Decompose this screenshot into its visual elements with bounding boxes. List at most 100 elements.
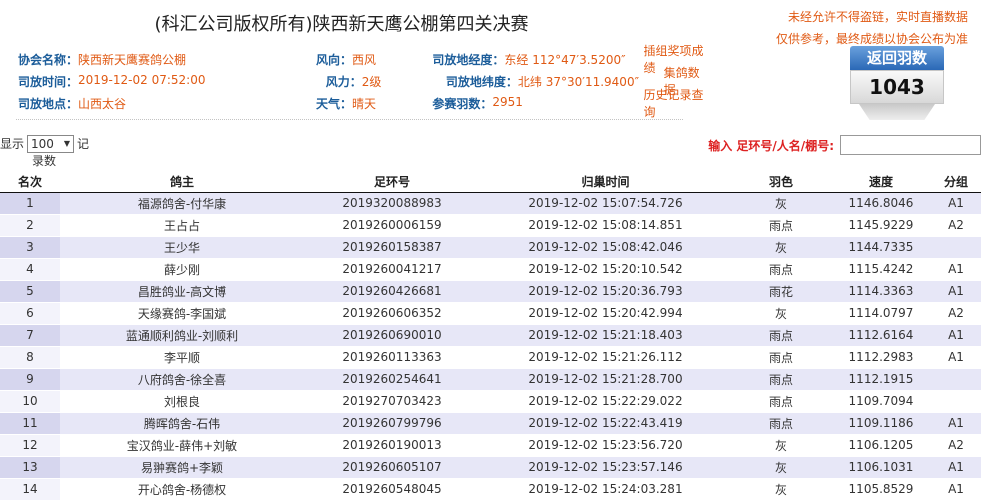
disclaimer-notice: 未经允许不得盗链，实时直播数据 仅供参考，最终成绩以协会公布为准 (748, 6, 968, 50)
returned-count-box[interactable]: 返回羽数 1043 (850, 46, 944, 120)
release-location: 司放地点： 山西太谷 (18, 96, 127, 111)
cell-owner: 易翀赛鸽+李颖 (60, 456, 304, 479)
cell-group: A2 (931, 434, 981, 457)
search-label: 输入 足环号/人名/棚号: (708, 138, 834, 153)
cell-rank: 6 (0, 302, 60, 325)
cell-owner: 昌胜鸽业-高文博 (60, 280, 304, 303)
chevron-down-icon: ▼ (63, 139, 71, 148)
cell-group: A1 (931, 346, 981, 369)
table-row: 7 蓝通顺利鸽业-刘顺利 2019260690010 2019-12-02 15:21… (0, 324, 981, 347)
column-header-plumage[interactable]: 羽色 (731, 172, 831, 193)
column-header-speed[interactable]: 速度 (831, 172, 931, 193)
cell-arrival-time: 2019-12-02 15:22:29.022 (480, 390, 731, 413)
cell-plumage: 灰 (731, 236, 831, 259)
cell-speed: 1106.1031 (831, 456, 931, 479)
cell-ring-number: 2019260426681 (304, 280, 480, 303)
cell-arrival-time: 2019-12-02 15:21:26.112 (480, 346, 731, 369)
cell-group: A2 (931, 302, 981, 325)
cell-arrival-time: 2019-12-02 15:20:42.994 (480, 302, 731, 325)
cell-ring-number: 2019260799796 (304, 412, 480, 435)
column-header-group[interactable]: 分组 (931, 172, 981, 193)
cell-arrival-time: 2019-12-02 15:21:18.403 (480, 324, 731, 347)
cell-rank: 1 (0, 192, 60, 215)
cell-plumage: 雨点 (731, 258, 831, 281)
cell-ring-number: 2019260041217 (304, 258, 480, 281)
cell-plumage: 雨花 (731, 280, 831, 303)
cell-group (931, 368, 981, 391)
info-row: 司放地点： 山西太谷 天气： 晴天 参赛羽数： 2951 历史记录查询 (18, 88, 708, 119)
wind-direction: 风向： 西风 (316, 52, 377, 67)
returned-count-label: 返回羽数 (850, 46, 944, 70)
release-time: 司放时间： 2019-12-02 07:52:00 (18, 72, 206, 89)
page-title: (科汇公司版权所有)陕西新天鹰公棚第四关决赛 (154, 14, 529, 35)
wind-force: 风力： 2级 (325, 74, 382, 89)
cell-speed: 1146.8046 (831, 192, 931, 215)
cell-owner: 腾晖鸽舍-石伟 (60, 412, 304, 435)
show-suffix: 记 (77, 137, 90, 151)
table-row: 11 腾晖鸽舍-石伟 2019260799796 2019-12-02 15:22:4… (0, 412, 981, 435)
cell-plumage: 雨点 (731, 324, 831, 347)
page-length-control: 显示 100 ▼ 记 录数 (0, 135, 89, 169)
cell-group: A1 (931, 456, 981, 479)
table-row: 6 天缘赛鸽-李国斌 2019260606352 2019-12-02 15:20:4… (0, 302, 981, 325)
cell-speed: 1114.3363 (831, 280, 931, 303)
cell-rank: 9 (0, 368, 60, 391)
cell-owner: 王少华 (60, 236, 304, 259)
cell-plumage: 雨点 (731, 214, 831, 237)
cell-plumage: 灰 (731, 302, 831, 325)
entry-count: 参赛羽数： 2951 (432, 94, 523, 111)
cell-ring-number: 2019270703423 (304, 390, 480, 413)
cell-speed: 1105.8529 (831, 478, 931, 500)
cell-owner: 宝汉鸽业-薛伟+刘敏 (60, 434, 304, 457)
column-header-arrival-time[interactable]: 归巢时间 (480, 172, 731, 193)
cell-ring-number: 2019260006159 (304, 214, 480, 237)
cell-speed: 1145.9229 (831, 214, 931, 237)
search-box: 输入 足环号/人名/棚号: (708, 135, 981, 155)
cell-plumage: 灰 (731, 478, 831, 500)
page-length-select[interactable]: 100 ▼ (27, 135, 75, 153)
table-row: 9 八府鸽舍-徐全喜 2019260254641 2019-12-02 15:21:2… (0, 368, 981, 391)
cell-rank: 12 (0, 434, 60, 457)
cell-group: A1 (931, 258, 981, 281)
cell-arrival-time: 2019-12-02 15:22:43.419 (480, 412, 731, 435)
cell-speed: 1112.1915 (831, 368, 931, 391)
cell-owner: 刘根良 (60, 390, 304, 413)
cell-group: A2 (931, 214, 981, 237)
cell-plumage: 雨点 (731, 346, 831, 369)
cell-owner: 天缘赛鸽-李国斌 (60, 302, 304, 325)
cell-ring-number: 2019260254641 (304, 368, 480, 391)
cell-rank: 3 (0, 236, 60, 259)
cell-rank: 4 (0, 258, 60, 281)
cell-speed: 1115.4242 (831, 258, 931, 281)
column-header-owner[interactable]: 鸽主 (60, 172, 304, 193)
cell-speed: 1144.7335 (831, 236, 931, 259)
table-row: 14 开心鸽舍-杨德权 2019260548045 2019-12-02 15:24:… (0, 478, 981, 500)
cell-arrival-time: 2019-12-02 15:23:56.720 (480, 434, 731, 457)
cell-ring-number: 2019260548045 (304, 478, 480, 500)
results-table: 名次 鸽主 足环号 归巢时间 羽色 速度 分组 1 福源鸽舍-付华康 2019320088983… (0, 172, 981, 500)
table-header-row: 名次 鸽主 足环号 归巢时间 羽色 速度 分组 (0, 172, 981, 193)
cell-owner: 八府鸽舍-徐全喜 (60, 368, 304, 391)
release-longitude: 司放地经度： 东经 112°47′3.5200″ (432, 52, 626, 67)
cell-group (931, 390, 981, 413)
cell-group: A1 (931, 412, 981, 435)
table-row: 8 李平顺 2019260113363 2019-12-02 15:21:26.112… (0, 346, 981, 369)
column-header-ring-number[interactable]: 足环号 (304, 172, 480, 193)
cell-speed: 1109.1186 (831, 412, 931, 435)
notice-line: 未经允许不得盗链，实时直播数据 (787, 10, 968, 24)
history-query-link[interactable]: 历史记录查询 (644, 86, 708, 120)
cell-arrival-time: 2019-12-02 15:20:36.793 (480, 280, 731, 303)
cell-plumage: 雨点 (731, 368, 831, 391)
column-header-rank[interactable]: 名次 (0, 172, 60, 193)
cell-arrival-time: 2019-12-02 15:20:10.542 (480, 258, 731, 281)
cell-plumage: 灰 (731, 192, 831, 215)
search-input[interactable] (840, 135, 981, 155)
cell-ring-number: 2019260605107 (304, 456, 480, 479)
info-row: 司放时间： 2019-12-02 07:52:00 风力： 2级 司放地纬度： 北纬 … (18, 66, 708, 97)
info-row: 协会名称： 陕西新天鹰赛鸽公棚 风向： 西风 司放地经度： 东经 112°47′3.5… (18, 44, 708, 75)
cell-rank: 5 (0, 280, 60, 303)
cell-group (931, 236, 981, 259)
race-info: 协会名称： 陕西新天鹰赛鸽公棚 风向： 西风 司放地经度： 东经 112°47′3.5… (18, 44, 708, 119)
show-suffix-2: 录数 (32, 154, 57, 168)
cell-rank: 8 (0, 346, 60, 369)
